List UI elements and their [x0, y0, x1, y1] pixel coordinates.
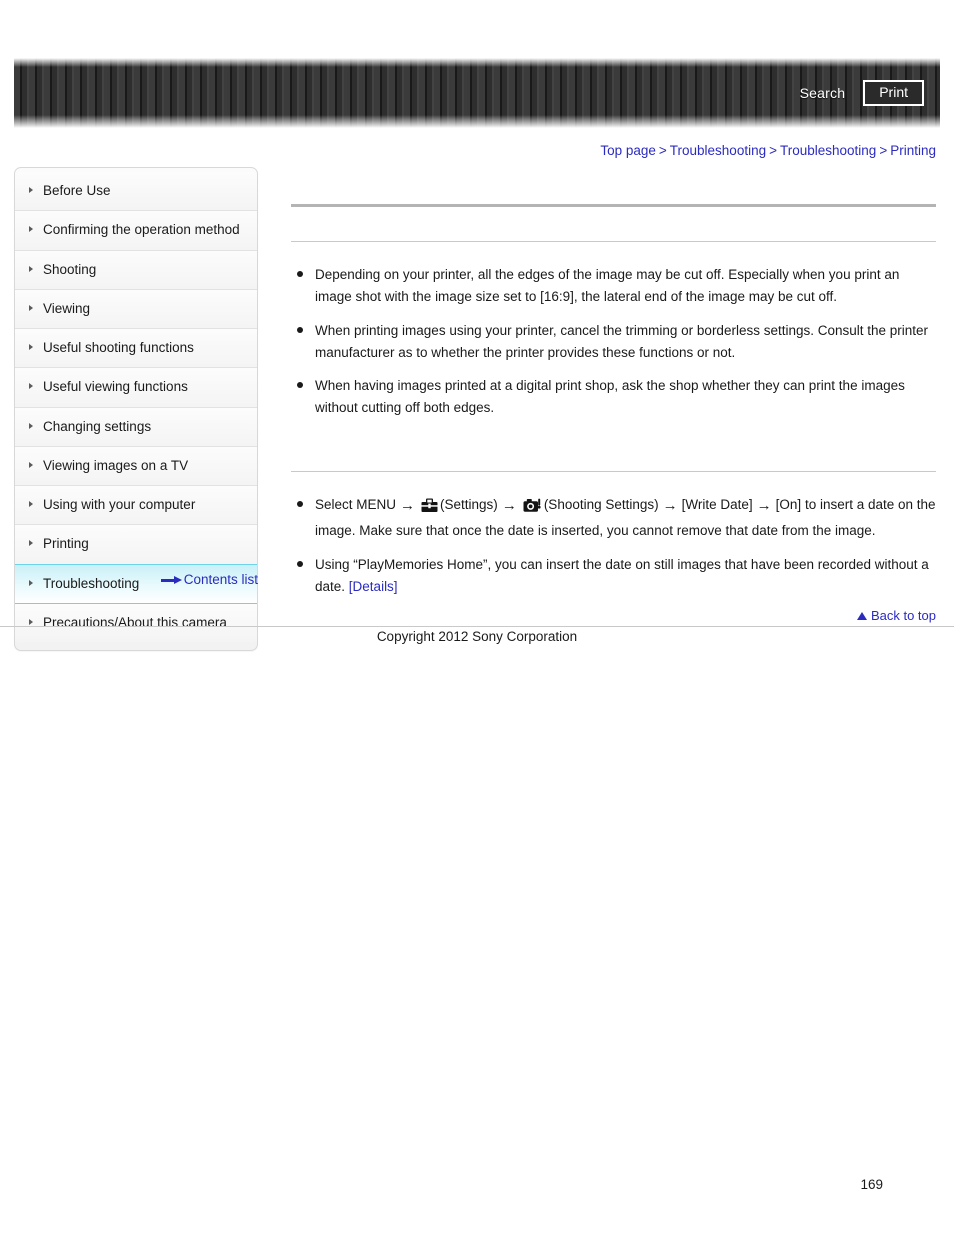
header-banner: Search Print [14, 58, 940, 128]
sidebar-item-label: Confirming the operation method [43, 222, 240, 238]
header-actions: Search Print [800, 58, 924, 128]
bullet-list-write-date: Select MENU → (Settings) → (Shooting Setting… [291, 494, 936, 597]
sidebar-item-printing[interactable]: Printing [15, 525, 257, 565]
list-item-text: When printing images using your printer,… [315, 322, 929, 360]
write-date-label: [Write Date] [681, 497, 753, 513]
sidebar-item-label: Viewing images on a TV [43, 457, 189, 473]
copyright-text: Copyright 2012 Sony Corporation [376, 629, 578, 644]
section-heading-2 [291, 449, 936, 465]
breadcrumb-item-troubleshooting[interactable]: Troubleshooting [670, 143, 766, 158]
page-title-rule [291, 204, 936, 207]
list-item: When printing images using your printer,… [291, 320, 936, 364]
bullet-list-printing: Depending on your printer, all the edges… [291, 264, 936, 419]
chevron-right-icon [29, 383, 33, 390]
camera-shooting-settings-icon [523, 498, 542, 520]
bullet-dot-icon [297, 382, 303, 389]
section-rule-2 [291, 471, 936, 473]
arrow-right-icon [160, 576, 182, 585]
footer-divider [0, 626, 954, 627]
chevron-right-icon [29, 461, 33, 468]
breadcrumb-separator: > [658, 143, 667, 158]
section-rule-1 [291, 241, 936, 242]
breadcrumb-item-troubleshooting-sub[interactable]: Troubleshooting [780, 143, 876, 158]
chevron-right-icon [29, 344, 33, 350]
contents-list-label: Contents list [183, 572, 258, 587]
contents-list-row: Contents list [14, 572, 258, 587]
on-label: [On] [775, 497, 802, 513]
sidebar-item-changing-settings[interactable]: Changing settings [15, 407, 257, 447]
arrow-right-glyph: → [400, 497, 416, 515]
list-item: Depending on your printer, all the edges… [291, 264, 936, 308]
contents-list-link[interactable]: Contents list [160, 572, 258, 587]
menu-path-text: Select MENU → (Settings) → (Shooting Setting… [315, 497, 936, 538]
sidebar-item-label: Shooting [43, 261, 97, 277]
sidebar-item-label: Viewing [43, 300, 91, 316]
sidebar-item-useful-viewing-functions[interactable]: Useful viewing functions [15, 368, 257, 408]
chevron-right-icon [29, 304, 33, 311]
sidebar-item-label: Printing [43, 536, 89, 552]
sidebar-item-label: Useful shooting functions [43, 340, 194, 355]
breadcrumb-separator: > [769, 143, 777, 158]
details-link[interactable]: [Details] [349, 579, 398, 594]
sidebar-item-label: Using with your computer [43, 497, 196, 512]
playmemories-text: Using “PlayMemories Home”, you can inser… [315, 556, 929, 594]
sidebar-item-using-with-your-computer[interactable]: Using with your computer [15, 486, 257, 526]
arrow-right-glyph: → [756, 497, 772, 515]
chevron-right-icon [29, 501, 33, 507]
sidebar-item-useful-shooting-functions[interactable]: Useful shooting functions [15, 329, 257, 369]
settings-label: (Settings) [440, 497, 498, 513]
sidebar-item-before-use[interactable]: Before Use [15, 172, 257, 212]
print-button[interactable]: Print [863, 79, 924, 107]
chevron-right-icon [29, 540, 33, 547]
chevron-right-icon [29, 265, 33, 272]
search-link[interactable]: Search [800, 85, 846, 101]
breadcrumb: Top page > Troubleshooting > Troubleshooting… [600, 143, 936, 158]
breadcrumb-item-printing[interactable]: Printing [890, 143, 936, 158]
list-item-text: When having images printed at a digital … [315, 378, 905, 416]
bullet-dot-icon [297, 326, 303, 333]
list-item: Using “PlayMemories Home”, you can inser… [291, 554, 936, 598]
page-title [291, 176, 936, 196]
chevron-right-icon [29, 422, 33, 429]
sidebar-item-viewing-images-on-a-tv[interactable]: Viewing images on a TV [15, 446, 257, 486]
breadcrumb-item-top-page[interactable]: Top page [600, 143, 656, 158]
shooting-settings-label: (Shooting Settings) [543, 497, 659, 513]
arrow-right-glyph: → [501, 497, 517, 515]
list-item: When having images printed at a digital … [291, 375, 936, 419]
page-number: 169 [860, 1177, 883, 1192]
section-heading-1 [291, 219, 936, 235]
chevron-right-icon [29, 187, 33, 193]
bullet-dot-icon [297, 560, 303, 567]
breadcrumb-separator: > [879, 143, 888, 158]
triangle-up-icon [856, 612, 867, 620]
chevron-right-icon [29, 226, 33, 233]
sidebar-item-label: Before Use [43, 183, 111, 198]
sidebar-item-shooting[interactable]: Shooting [15, 250, 257, 290]
toolbox-settings-icon [421, 498, 438, 520]
back-to-top-link[interactable]: Back to top [856, 608, 936, 623]
main-content: Depending on your printer, all the edges… [291, 176, 936, 598]
sidebar-item-label: Changing settings [43, 418, 152, 434]
sidebar-item-label: Useful viewing functions [43, 379, 188, 395]
list-item-text: Depending on your printer, all the edges… [315, 267, 900, 304]
arrow-right-glyph: → [662, 497, 678, 515]
back-to-top-label: Back to top [870, 608, 936, 623]
back-to-top-row: Back to top [0, 608, 954, 623]
bullet-dot-icon [297, 271, 303, 277]
bullet-dot-icon [297, 501, 303, 508]
list-item: Select MENU → (Settings) → (Shooting Setting… [291, 494, 936, 542]
sidebar-item-confirming-the-operation-method[interactable]: Confirming the operation method [15, 211, 257, 251]
sidebar-item-viewing[interactable]: Viewing [15, 289, 257, 329]
menu-step-select: Select MENU [315, 497, 397, 513]
